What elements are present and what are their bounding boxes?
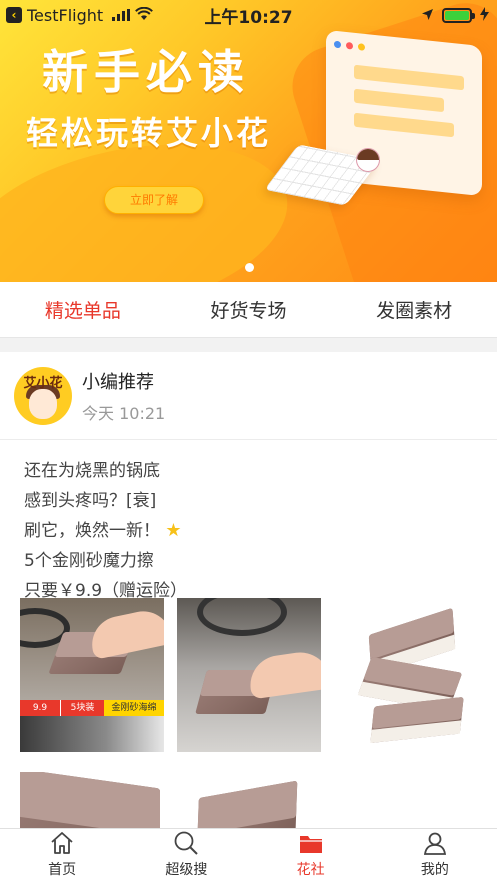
- tab-label: 花社: [296, 862, 325, 878]
- post-line: 刷它，焕然一新！: [24, 521, 160, 541]
- product-image[interactable]: [20, 772, 164, 828]
- product-image[interactable]: [177, 772, 321, 828]
- tab-label: 超级搜: [165, 862, 208, 878]
- tab-good-deals[interactable]: 好货专场: [166, 296, 332, 323]
- tab-selected-products[interactable]: 精选单品: [0, 296, 166, 323]
- post-author: 小编推荐: [82, 371, 154, 393]
- banner-title: 新手必读: [42, 45, 250, 99]
- post-time: 今天 10:21: [82, 403, 166, 423]
- user-icon: [421, 829, 449, 857]
- post-line: 5个金刚砂魔力擦: [24, 551, 154, 571]
- charging-icon: [480, 6, 489, 25]
- bottom-tab-bar: 首页 超级搜 花社 我的: [0, 828, 497, 883]
- cellular-signal-icon: [112, 9, 131, 21]
- price-label: 9.9: [20, 700, 60, 716]
- tab-mine[interactable]: 我的: [373, 829, 497, 883]
- status-bar: ‹ TestFlight 上午10:27: [0, 0, 497, 30]
- post-text: 还在为烧黑的锅底 感到头疼吗？[衰] 刷它，焕然一新！ ★ 5个金刚砂魔力擦 只…: [0, 440, 497, 606]
- post-line: 还在为烧黑的锅底: [24, 461, 160, 481]
- pack-label: 5块装: [60, 700, 104, 716]
- tab-home[interactable]: 首页: [0, 829, 124, 883]
- category-tabs: 精选单品 好货专场 发圈素材: [0, 282, 497, 338]
- tab-community[interactable]: 花社: [249, 829, 373, 883]
- back-app-label[interactable]: TestFlight: [27, 6, 103, 25]
- post-line: 感到头疼吗？[衰]: [24, 491, 157, 511]
- battery-icon: [442, 7, 475, 23]
- search-icon: [172, 829, 200, 857]
- carousel-dot-indicator[interactable]: [245, 263, 254, 272]
- product-image[interactable]: [334, 598, 478, 752]
- tab-super-search[interactable]: 超级搜: [124, 829, 248, 883]
- product-image[interactable]: [177, 598, 321, 752]
- learn-more-button[interactable]: 立即了解: [104, 186, 204, 214]
- mascot-icon: [356, 148, 380, 172]
- wifi-icon: [135, 6, 154, 25]
- tab-label: 首页: [48, 862, 77, 878]
- folder-icon: [297, 829, 325, 857]
- hero-banner[interactable]: 新手必读 轻松玩转艾小花 立即了解: [0, 0, 497, 282]
- status-time: 上午10:27: [204, 7, 293, 28]
- product-image[interactable]: 9.9 5块装 金刚砂海绵: [20, 598, 164, 752]
- avatar-text: 艾小花: [23, 375, 63, 391]
- product-label-strip: 9.9 5块装 金刚砂海绵: [20, 700, 164, 716]
- product-name-label: 金刚砂海绵: [104, 700, 164, 716]
- tab-label: 我的: [420, 862, 449, 878]
- back-arrow-icon[interactable]: ‹: [6, 7, 22, 23]
- location-arrow-icon: [421, 6, 434, 25]
- post-header: 艾小花 小编推荐 今天 10:21: [0, 352, 497, 440]
- tab-moments-materials[interactable]: 发圈素材: [331, 296, 497, 323]
- home-icon: [48, 829, 76, 857]
- sparkle-star-icon: ★: [165, 520, 182, 541]
- post-card: 艾小花 小编推荐 今天 10:21 还在为烧黑的锅底 感到头疼吗？[衰] 刷它，…: [0, 352, 497, 828]
- banner-subtitle: 轻松玩转艾小花: [26, 114, 272, 152]
- avatar[interactable]: 艾小花: [14, 366, 72, 425]
